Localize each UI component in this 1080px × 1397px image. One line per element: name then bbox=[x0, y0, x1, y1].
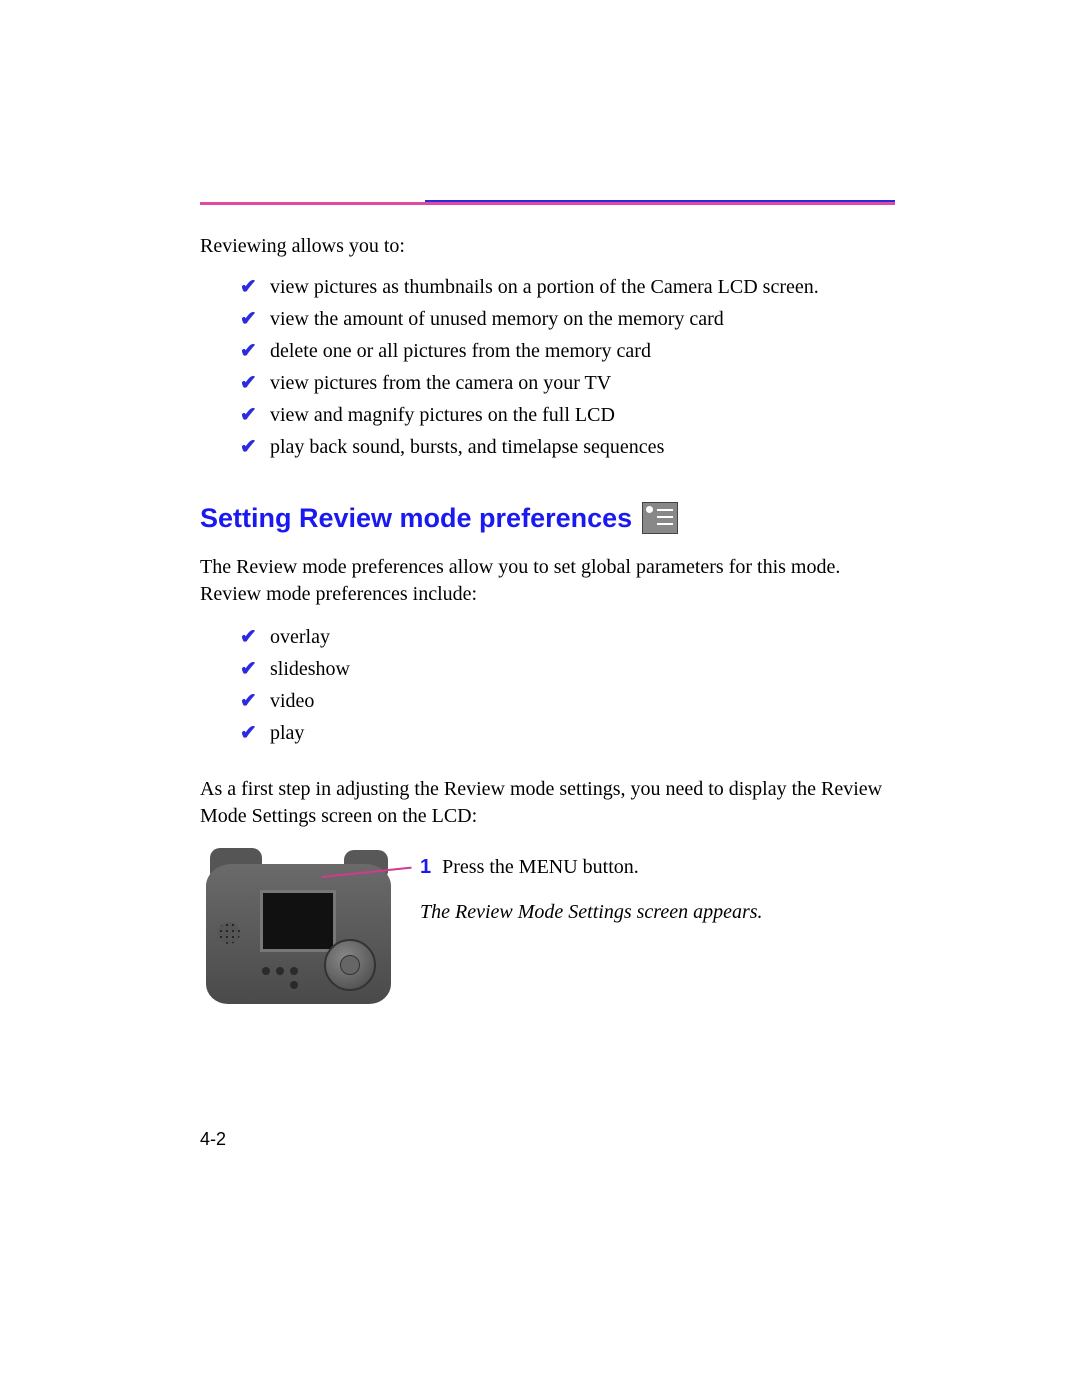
step-instruction: Press the MENU button. bbox=[442, 856, 639, 878]
intro-text: Reviewing allows you to: bbox=[200, 235, 895, 258]
list-item: play back sound, bursts, and timelapse s… bbox=[240, 432, 895, 462]
section-heading: Setting Review mode preferences bbox=[200, 502, 895, 534]
list-item: view pictures as thumbnails on a portion… bbox=[240, 272, 895, 302]
section-heading-text: Setting Review mode preferences bbox=[200, 503, 632, 534]
list-item: view pictures from the camera on your TV bbox=[240, 368, 895, 398]
list-item: slideshow bbox=[240, 654, 895, 684]
lead-in-text: As a first step in adjusting the Review … bbox=[200, 776, 895, 830]
step-number: 1 bbox=[420, 856, 431, 878]
list-item: play bbox=[240, 718, 895, 748]
list-item: delete one or all pictures from the memo… bbox=[240, 336, 895, 366]
camera-buttons-icon bbox=[262, 967, 302, 991]
list-item: view the amount of unused memory on the … bbox=[240, 304, 895, 334]
camera-back-illustration bbox=[200, 844, 400, 1009]
camera-lcd-icon bbox=[260, 890, 336, 952]
step-text: 1 Press the MENU button. The Review Mode… bbox=[420, 844, 763, 924]
step-row: 1 Press the MENU button. The Review Mode… bbox=[200, 844, 895, 1009]
list-item: view and magnify pictures on the full LC… bbox=[240, 400, 895, 430]
list-item: overlay bbox=[240, 622, 895, 652]
section-paragraph: The Review mode preferences allow you to… bbox=[200, 554, 895, 608]
camera-speaker-icon bbox=[218, 922, 240, 944]
page-number: 4-2 bbox=[200, 1129, 895, 1150]
header-rule-pink bbox=[200, 202, 895, 205]
list-item: video bbox=[240, 686, 895, 716]
camera-dial-icon bbox=[324, 939, 376, 991]
step-result: The Review Mode Settings screen appears. bbox=[420, 901, 763, 924]
feature-list: view pictures as thumbnails on a portion… bbox=[240, 272, 895, 462]
preferences-list: overlay slideshow video play bbox=[240, 622, 895, 748]
review-settings-icon bbox=[642, 502, 678, 534]
